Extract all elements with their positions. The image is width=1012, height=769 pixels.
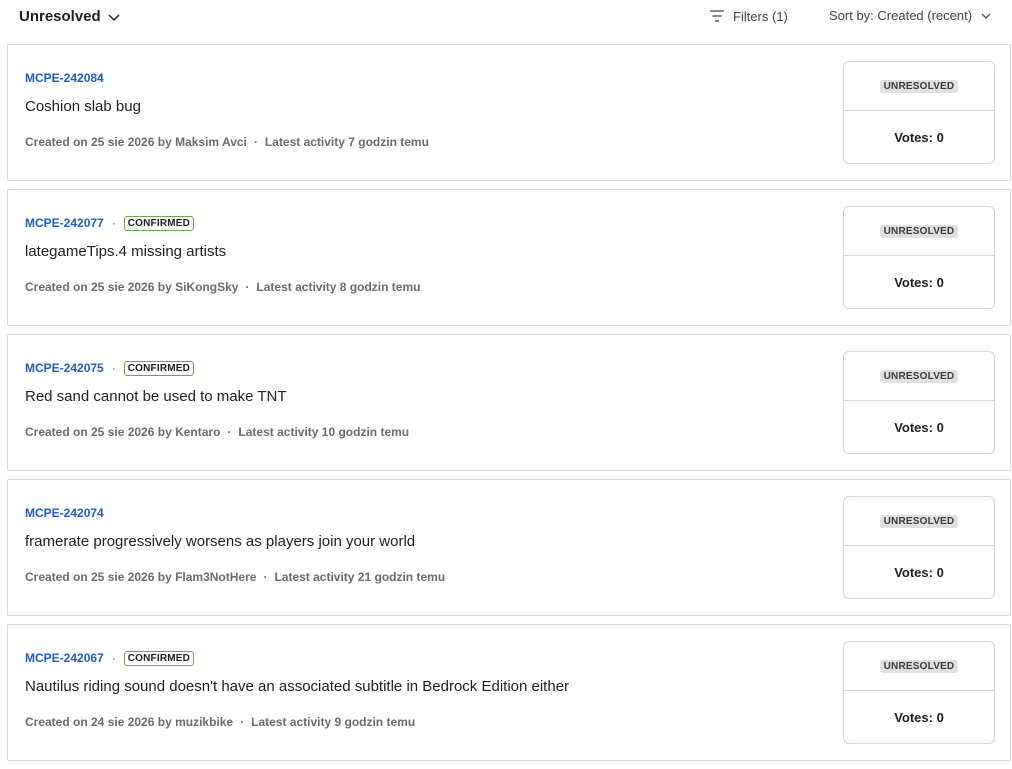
confirmed-badge: CONFIRMED xyxy=(123,360,195,376)
separator-dot: · xyxy=(245,280,250,294)
issue-card[interactable]: MCPE-242074 framerate progressively wors… xyxy=(7,479,1011,616)
separator-dot: · xyxy=(111,216,116,230)
issue-meta: Created on 25 sie 2026 by Maksim Avci · … xyxy=(25,135,805,149)
issue-key-link[interactable]: MCPE-242077 xyxy=(25,216,104,230)
issue-activity: Latest activity 21 godzin temu xyxy=(274,570,446,584)
issue-key-line: MCPE-242084 xyxy=(25,71,805,85)
issue-meta: Created on 25 sie 2026 by Flam3NotHere ·… xyxy=(25,570,805,584)
issue-card[interactable]: MCPE-242084 Coshion slab bug Created on … xyxy=(7,44,1011,181)
issue-status-box: UNRESOLVED Votes: 0 xyxy=(843,351,995,454)
issue-key-line: MCPE-242074 xyxy=(25,506,805,520)
votes-count: Votes: 0 xyxy=(894,274,944,290)
issue-info: MCPE-242084 Coshion slab bug Created on … xyxy=(25,71,805,149)
votes-count: Votes: 0 xyxy=(894,709,944,725)
sort-label: Sort by: Created (recent) xyxy=(829,8,973,23)
issue-meta: Created on 25 sie 2026 by SiKongSky · La… xyxy=(25,280,805,294)
issue-key-line: MCPE-242075 · CONFIRMED xyxy=(25,360,805,376)
separator-dot: · xyxy=(253,135,258,149)
separator-dot: · xyxy=(111,361,116,375)
confirmed-badge: CONFIRMED xyxy=(123,215,195,231)
issue-created: Created on 25 sie 2026 by Maksim Avci xyxy=(25,135,247,149)
separator-dot: · xyxy=(240,715,245,729)
issue-title[interactable]: framerate progressively worsens as playe… xyxy=(25,533,805,550)
status-section: UNRESOLVED xyxy=(844,642,994,691)
chevron-down-icon xyxy=(108,13,120,21)
issue-title[interactable]: Nautilus riding sound doesn't have an as… xyxy=(25,678,805,695)
issue-title[interactable]: lategameTips.4 missing artists xyxy=(25,243,805,260)
issue-info: MCPE-242074 framerate progressively wors… xyxy=(25,506,805,584)
filters-label: Filters (1) xyxy=(733,8,788,24)
issue-key-line: MCPE-242077 · CONFIRMED xyxy=(25,215,805,231)
issue-created: Created on 25 sie 2026 by Flam3NotHere xyxy=(25,570,257,584)
issue-activity: Latest activity 8 godzin temu xyxy=(256,280,421,294)
status-badge: UNRESOLVED xyxy=(879,514,959,528)
issue-info: MCPE-242075 · CONFIRMED Red sand cannot … xyxy=(25,360,805,439)
issue-card[interactable]: MCPE-242077 · CONFIRMED lategameTips.4 m… xyxy=(7,189,1011,326)
status-section: UNRESOLVED xyxy=(844,62,994,111)
issue-created: Created on 24 sie 2026 by muzikbike xyxy=(25,715,234,729)
issue-key-link[interactable]: MCPE-242067 xyxy=(25,651,104,665)
issue-status-box: UNRESOLVED Votes: 0 xyxy=(843,496,995,599)
separator-dot: · xyxy=(263,570,268,584)
issue-title[interactable]: Red sand cannot be used to make TNT xyxy=(25,388,805,405)
votes-count: Votes: 0 xyxy=(894,564,944,580)
issue-key-link[interactable]: MCPE-242084 xyxy=(25,71,104,85)
status-filter-dropdown[interactable]: Unresolved xyxy=(19,8,121,25)
issue-status-box: UNRESOLVED Votes: 0 xyxy=(843,61,995,164)
issue-meta: Created on 24 sie 2026 by muzikbike · La… xyxy=(25,715,805,729)
separator-dot: · xyxy=(227,425,232,439)
issue-activity: Latest activity 10 godzin temu xyxy=(238,425,410,439)
issue-status-box: UNRESOLVED Votes: 0 xyxy=(843,206,995,309)
votes-count: Votes: 0 xyxy=(894,419,944,435)
confirmed-badge: CONFIRMED xyxy=(123,650,195,666)
issue-info: MCPE-242067 · CONFIRMED Nautilus riding … xyxy=(25,650,805,729)
issue-key-line: MCPE-242067 · CONFIRMED xyxy=(25,650,805,666)
issue-status-box: UNRESOLVED Votes: 0 xyxy=(843,641,995,744)
issue-title[interactable]: Coshion slab bug xyxy=(25,98,805,115)
status-badge: UNRESOLVED xyxy=(879,79,959,93)
sort-dropdown[interactable]: Sort by: Created (recent) xyxy=(829,8,992,23)
status-badge: UNRESOLVED xyxy=(879,659,959,673)
status-section: UNRESOLVED xyxy=(844,207,994,256)
status-section: UNRESOLVED xyxy=(844,352,994,401)
separator-dot: · xyxy=(111,651,116,665)
chevron-down-icon xyxy=(981,13,991,19)
issue-key-link[interactable]: MCPE-242074 xyxy=(25,506,104,520)
status-filter-label: Unresolved xyxy=(19,8,101,25)
filters-button[interactable]: Filters (1) xyxy=(709,8,788,24)
issue-meta: Created on 25 sie 2026 by Kentaro · Late… xyxy=(25,425,805,439)
issue-activity: Latest activity 7 godzin temu xyxy=(264,135,429,149)
status-badge: UNRESOLVED xyxy=(879,369,959,383)
filter-icon xyxy=(710,10,724,22)
issue-created: Created on 25 sie 2026 by SiKongSky xyxy=(25,280,239,294)
votes-count: Votes: 0 xyxy=(894,129,944,145)
issue-card[interactable]: MCPE-242075 · CONFIRMED Red sand cannot … xyxy=(7,334,1011,471)
status-badge: UNRESOLVED xyxy=(879,224,959,238)
issue-key-link[interactable]: MCPE-242075 xyxy=(25,361,104,375)
issue-created: Created on 25 sie 2026 by Kentaro xyxy=(25,425,221,439)
status-section: UNRESOLVED xyxy=(844,497,994,546)
issue-list: MCPE-242084 Coshion slab bug Created on … xyxy=(7,44,1011,769)
issue-info: MCPE-242077 · CONFIRMED lategameTips.4 m… xyxy=(25,215,805,294)
issue-card[interactable]: MCPE-242067 · CONFIRMED Nautilus riding … xyxy=(7,624,1011,761)
issue-activity: Latest activity 9 godzin temu xyxy=(251,715,416,729)
toolbar: Unresolved Filters (1) Sort by: Created … xyxy=(0,0,1012,36)
